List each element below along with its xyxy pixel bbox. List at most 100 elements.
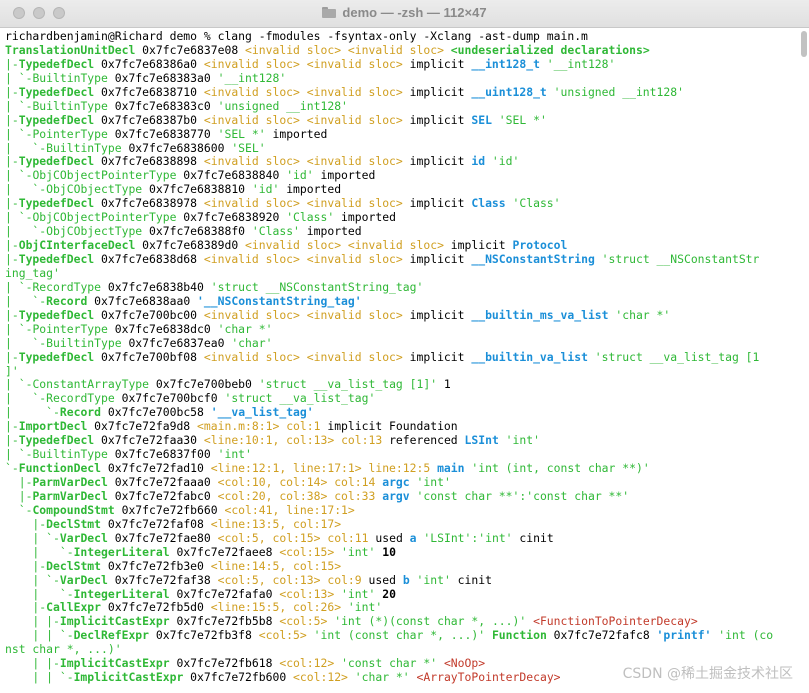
ast-token: col:33 — [334, 489, 376, 503]
ast-line: | `-RecordType 0x7fc7e700bcf0 'struct __… — [5, 392, 799, 406]
scrollbar-thumb[interactable] — [801, 31, 807, 57]
ast-token: <invalid sloc> — [203, 197, 300, 211]
ast-line: | `-PointerType 0x7fc7e6838dc0 'char *' — [5, 323, 799, 337]
ast-token: 0x7fc7e6838770 — [107, 127, 218, 141]
ast-token: | `- — [5, 322, 33, 336]
ast-token: <invalid sloc> — [306, 155, 403, 169]
ast-line: |-CallExpr 0x7fc7e72fb5d0 <line:15:5, co… — [5, 601, 799, 615]
ast-token: |- — [5, 601, 47, 615]
ast-line: |-ObjCInterfaceDecl 0x7fc7e68389d0 <inva… — [5, 239, 799, 253]
ast-token: 0x7fc7e72fb3f8 — [149, 629, 259, 643]
ast-token: imported — [334, 211, 396, 225]
ast-token: <line:14:5, col:15> — [210, 559, 342, 573]
ast-token: used — [368, 531, 410, 545]
ast-token: 0x7fc7e700bf08 — [94, 350, 204, 364]
ast-token: __NSConstantString — [471, 253, 595, 266]
ast-token — [444, 44, 451, 57]
ast-token: ImportDecl — [18, 420, 88, 434]
ast-token: ConstantArrayType — [32, 378, 150, 392]
ast-line: | `-BuiltinType 0x7fc7e6838600 'SEL' — [5, 142, 799, 156]
ast-token: Function — [491, 629, 547, 643]
ast-token: | `- — [5, 336, 47, 350]
ast-token: implicit — [402, 113, 472, 127]
ast-token: <line:15:5, col:26> — [210, 601, 342, 615]
terminal-output[interactable]: richardbenjamin@Richard demo % clang -fm… — [0, 28, 799, 693]
ast-token: | `- — [5, 392, 47, 406]
ast-line: |-TypedefDecl 0x7fc7e700bc00 <invalid sl… — [5, 309, 799, 323]
ast-token: 'int (int, const char **)' — [464, 462, 650, 476]
ast-token: 0x7fc7e700beb0 — [149, 378, 259, 392]
ast-token: 0x7fc7e6838aa0 — [87, 294, 198, 308]
ast-token: 0x7fc7e72fa9d8 — [87, 420, 198, 434]
ast-token: ObjCInterfaceDecl — [18, 239, 136, 253]
ast-token: 'struct __NSConstantStr — [594, 253, 760, 266]
ast-token: `- — [5, 503, 33, 517]
ast-line: | `-BuiltinType 0x7fc7e6837ea0 'char' — [5, 337, 799, 351]
ast-token: ing_tag' — [5, 266, 60, 280]
ast-token: | |- — [5, 615, 60, 629]
ast-token: implicit — [402, 85, 472, 99]
ast-token: 'id' — [251, 183, 280, 197]
ast-token: |- — [5, 434, 19, 448]
ast-line: |-TypedefDecl 0x7fc7e6838978 <invalid sl… — [5, 197, 799, 211]
ast-token: 0x7fc7e72fad10 — [101, 462, 211, 476]
ast-token: 'int' — [409, 573, 451, 587]
ast-token: 0x7fc7e72fb618 — [169, 657, 280, 671]
ast-token: TypedefDecl — [18, 155, 95, 169]
ast-token: implicit Foundation — [320, 420, 458, 434]
ast-token: line:12:5 — [368, 462, 431, 476]
ast-line: | `-VarDecl 0x7fc7e72fae80 <col:5, col:1… — [5, 532, 799, 546]
ast-token: 0x7fc7e72fafc8 — [546, 629, 657, 643]
ast-token: <line:10:1, col:13> — [203, 434, 335, 448]
ast-token: cinit — [450, 573, 492, 587]
ast-token: 0x7fc7e68383c0 — [107, 99, 218, 113]
ast-token — [300, 114, 307, 127]
ast-token: |- — [5, 57, 19, 71]
ast-token: 'id' — [485, 155, 520, 169]
ast-token: <invalid sloc> — [306, 253, 403, 266]
ast-line: ing_tag' — [5, 267, 799, 281]
ast-token: 0x7fc7e6838840 — [176, 169, 287, 183]
ast-token: 0x7fc7e700bc58 — [101, 406, 211, 420]
ast-line: | `-VarDecl 0x7fc7e72faf38 <col:5, col:1… — [5, 574, 799, 588]
ast-token: implicit — [402, 253, 472, 266]
ast-token: <invalid sloc> — [347, 239, 444, 253]
ast-token: TypedefDecl — [18, 113, 95, 127]
ast-token: TypedefDecl — [18, 434, 95, 448]
ast-token: |- — [5, 517, 47, 531]
ast-token: | `- — [5, 378, 33, 392]
ast-token: DeclStmt — [46, 559, 102, 573]
ast-line: | `-Record 0x7fc7e6838aa0 '__NSConstantS… — [5, 295, 799, 309]
ast-token: <col:10, col:14> — [217, 476, 328, 489]
ast-token: 0x7fc7e72fabc0 — [107, 489, 218, 503]
ast-token: 0x7fc7e72fb660 — [114, 503, 225, 517]
ast-token: <line:13:5, col:17> — [210, 517, 342, 531]
ast-line: | `-Record 0x7fc7e700bc58 '__va_list_tag… — [5, 406, 799, 420]
ast-token: |- — [5, 350, 19, 364]
ast-token: ObjCObjectType — [46, 225, 143, 239]
ast-line: | `-IntegerLiteral 0x7fc7e72faee8 <col:1… — [5, 546, 799, 560]
ast-token: '__NSConstantString_tag' — [197, 294, 362, 308]
ast-token — [300, 58, 307, 71]
ast-line: | `-BuiltinType 0x7fc7e68383c0 'unsigned… — [5, 100, 799, 114]
ast-token: |- — [5, 559, 47, 573]
ast-token: implicit — [402, 57, 472, 71]
ast-token: 0x7fc7e72fb5b8 — [169, 615, 280, 629]
ast-token: <invalid sloc> — [203, 350, 300, 364]
ast-token: <invalid sloc> — [203, 308, 300, 322]
ast-token: <invalid sloc> — [203, 57, 300, 71]
ast-token — [410, 671, 417, 684]
ast-token: |- — [5, 113, 19, 127]
ast-token — [300, 197, 307, 210]
ast-token: <FunctionToPointerDecay> — [533, 615, 698, 629]
ast-line: `-FunctionDecl 0x7fc7e72fad10 <line:12:1… — [5, 462, 799, 476]
ast-token: 0x7fc7e72fb3e0 — [101, 559, 211, 573]
ast-token: 1 — [437, 378, 451, 392]
ast-token: imported — [279, 183, 342, 197]
ast-token: nst char *, ...)' — [5, 643, 122, 657]
scrollbar[interactable] — [799, 28, 808, 693]
ast-token: <invalid sloc> — [306, 350, 403, 364]
ast-token: col:9 — [327, 573, 362, 587]
ast-token — [300, 155, 307, 168]
ast-token: <col:5> — [258, 629, 307, 643]
